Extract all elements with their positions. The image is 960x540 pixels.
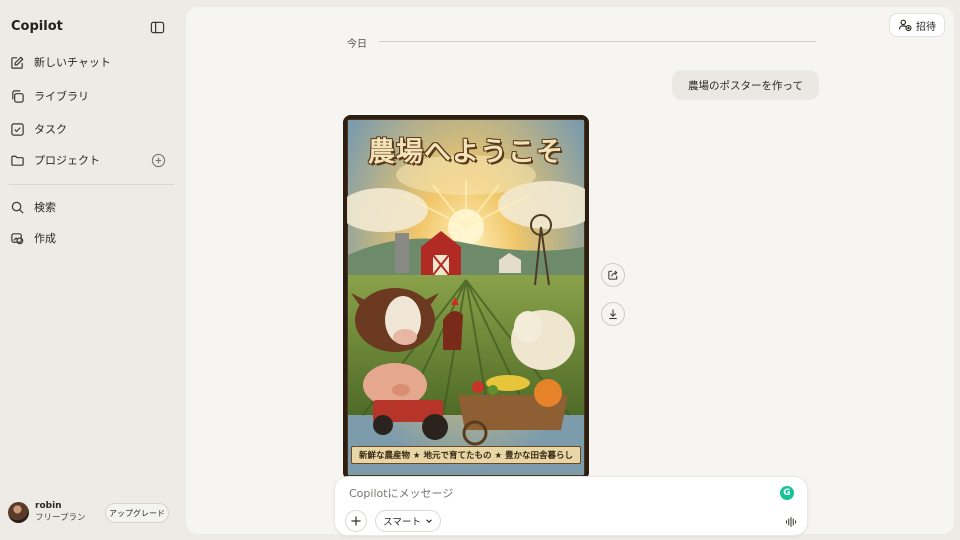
sidebar: Copilot 新しいチャット ライブラリ タスク プロジェクト 検索 作成 r… (0, 0, 186, 540)
sidebar-divider (9, 184, 174, 185)
poster-illustration (343, 115, 589, 480)
chevron-down-icon (426, 519, 432, 523)
poster-title: 農場へようこそ (368, 137, 564, 168)
sidebar-toggle-icon[interactable] (150, 20, 165, 35)
avatar (8, 501, 29, 523)
add-project-icon[interactable] (151, 153, 166, 168)
plus-icon (351, 516, 361, 526)
sidebar-item-label: 検索 (34, 201, 56, 214)
date-separator-line (379, 41, 816, 42)
app-title: Copilot (11, 19, 63, 34)
message-input[interactable] (349, 485, 769, 501)
sidebar-item-library[interactable]: ライブラリ (10, 84, 176, 108)
share-image-button[interactable] (601, 263, 625, 287)
message-composer: G スマート (334, 476, 808, 536)
voice-icon[interactable] (785, 516, 797, 528)
sidebar-item-new-chat[interactable]: 新しいチャット (10, 50, 176, 74)
folder-icon (11, 155, 24, 166)
sidebar-item-tasks[interactable]: タスク (10, 117, 176, 141)
sidebar-item-search[interactable]: 検索 (10, 195, 176, 219)
sidebar-item-label: 作成 (34, 232, 56, 245)
poster-banner: 新鮮な農産物 ★ 地元で育てたもの ★ 豊かな田舎暮らし (351, 446, 581, 464)
attach-button[interactable] (345, 510, 367, 532)
task-icon (11, 122, 24, 136)
upgrade-button[interactable]: アップグレード (105, 503, 169, 523)
user-message: 農場のポスターを作って (672, 70, 819, 100)
sidebar-item-label: ライブラリ (34, 90, 89, 103)
sidebar-item-create[interactable]: 作成 (10, 226, 176, 250)
invite-button[interactable]: 招待 (889, 13, 945, 37)
generated-poster-image[interactable]: 農場へようこそ 新鮮な農産物 ★ 地元で育てたもの ★ 豊かな田舎暮らし (343, 115, 589, 480)
date-separator-label: 今日 (347, 39, 367, 50)
download-icon (609, 309, 617, 320)
share-icon (608, 270, 618, 280)
invite-label: 招待 (916, 21, 936, 33)
grammarly-icon[interactable]: G (780, 486, 794, 500)
sidebar-item-label: プロジェクト (34, 154, 100, 167)
new-chat-icon (11, 55, 24, 69)
account-menu[interactable]: robin フリープラン (8, 500, 86, 524)
account-name: robin (35, 501, 62, 511)
sidebar-item-projects[interactable]: プロジェクト (10, 148, 176, 172)
download-image-button[interactable] (601, 302, 625, 326)
library-icon (12, 89, 24, 103)
add-person-icon (898, 19, 912, 32)
search-icon (11, 201, 24, 214)
mode-selector[interactable]: スマート (375, 510, 441, 532)
create-icon (11, 232, 24, 244)
chat-panel: 招待 今日 農場のポスターを作って 農場へようこそ 新鮮な農産物 ★ 地元で育て… (186, 7, 954, 536)
sidebar-item-label: タスク (34, 123, 67, 136)
account-plan: フリープラン (35, 513, 86, 523)
sidebar-item-label: 新しいチャット (34, 56, 111, 69)
mode-label: スマート (383, 517, 421, 528)
